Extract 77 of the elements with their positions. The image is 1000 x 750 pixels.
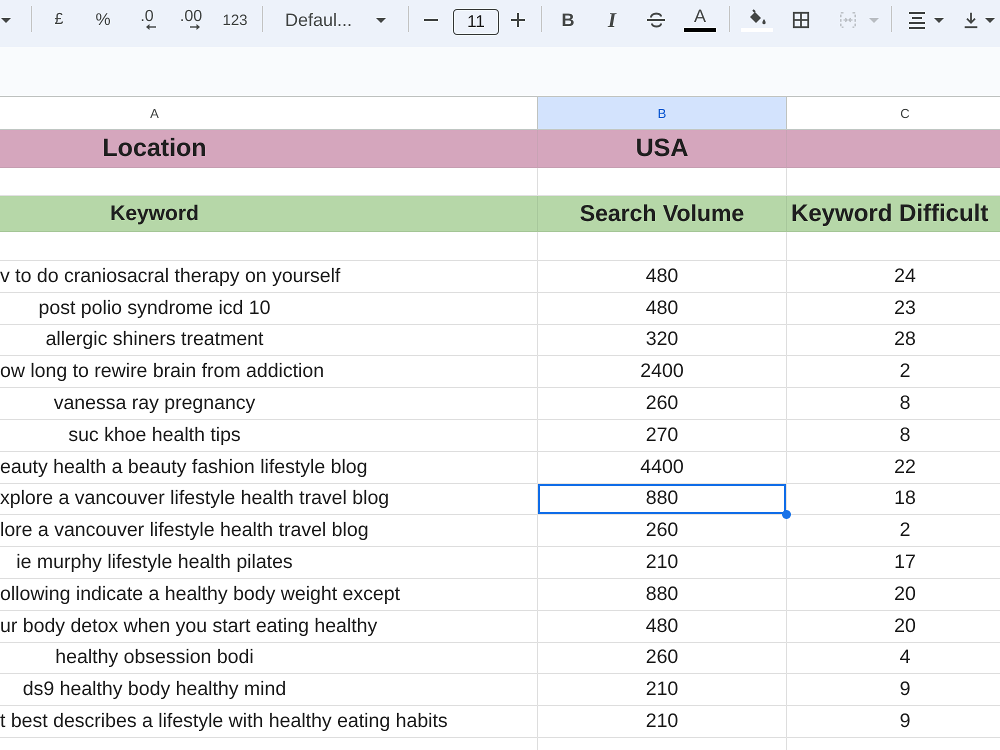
table-cell: 9	[787, 706, 1000, 738]
caret-icon	[985, 18, 995, 22]
table-cell: 4	[787, 642, 1000, 674]
table-cell: 28	[787, 324, 1000, 356]
column-header[interactable]: A	[0, 97, 538, 130]
table-cell: 2	[787, 515, 1000, 548]
table-cell: 17	[787, 547, 1000, 579]
right-arrow-icon	[190, 24, 200, 30]
table-cell: 270	[538, 420, 787, 452]
table-cell: eauty health a beauty fashion lifestyle blog	[0, 452, 538, 484]
caret-icon	[376, 18, 386, 22]
table-cell: v to do craniosacral therapy on yourself	[0, 261, 538, 293]
currency-button[interactable]: £	[41, 4, 77, 36]
fill-handle-icon[interactable]	[782, 510, 791, 520]
table-cell: healthy obsession bodi	[0, 642, 538, 674]
header-cell: Search Volume	[538, 196, 787, 232]
table-cell: t best describes a lifestyle with healthy eating habits	[0, 706, 538, 738]
table-cell: 20	[787, 578, 1000, 611]
table-cell: 8	[787, 388, 1000, 420]
strikethrough-icon	[646, 11, 666, 29]
table-cell: Location	[0, 130, 538, 168]
decrease-decimal-button[interactable]: .0	[129, 4, 165, 36]
table-cell: 18	[787, 484, 1000, 516]
table-cell: suc khoe health tips	[0, 420, 538, 452]
plus-icon	[511, 13, 525, 27]
table-cell: 260	[538, 515, 787, 548]
table-cell: 880	[538, 578, 787, 611]
table-cell: xplore a vancouver lifestyle health travel blog	[0, 484, 538, 516]
table-cell: 24	[787, 261, 1000, 293]
font-size-field[interactable]: 11	[453, 9, 499, 35]
table-cell: 20	[787, 610, 1000, 643]
table-cell: 320	[538, 324, 787, 356]
table-cell: 9	[787, 674, 1000, 706]
caret-icon	[934, 18, 944, 22]
caret-icon	[869, 18, 879, 22]
percent-button[interactable]: %	[85, 4, 121, 36]
table-cell: post polio syndrome icd 10	[0, 292, 538, 325]
text-align-icon	[907, 11, 927, 29]
merge-cells-icon	[838, 11, 858, 29]
increase-decimal-button[interactable]: .00	[173, 4, 209, 36]
table-cell: ie murphy lifestyle health pilates	[0, 547, 538, 579]
table-cell: 260	[538, 642, 787, 674]
table-cell: 880	[538, 484, 787, 516]
grid-icon	[791, 11, 811, 29]
table-cell: lore a vancouver lifestyle health travel blog	[0, 515, 538, 548]
italic-button[interactable]: I	[594, 4, 630, 36]
table-cell: allergic shiners treatment	[0, 324, 538, 356]
table-cell: 480	[538, 292, 787, 325]
header-cell: Keyword Difficult	[787, 196, 1000, 232]
table-cell: 23	[787, 292, 1000, 325]
font-dropdown[interactable]: Defaul...	[274, 4, 396, 36]
table-cell: 22	[787, 452, 1000, 484]
table-cell: 260	[538, 388, 787, 420]
bold-button[interactable]: B	[550, 4, 586, 36]
column-header[interactable]: B	[538, 97, 787, 130]
table-cell: 210	[538, 547, 787, 579]
table-cell: ur body detox when you start eating healthy	[0, 610, 538, 643]
table-cell: 2400	[538, 356, 787, 388]
table-cell: 2	[787, 356, 1000, 388]
table-cell: 210	[538, 674, 787, 706]
left-arrow-icon	[146, 24, 156, 30]
caret-icon	[1, 18, 11, 22]
table-cell: 480	[538, 261, 787, 293]
table-cell: ow long to rewire brain from addiction	[0, 356, 538, 388]
table-cell: 210	[538, 706, 787, 738]
color-bar-icon	[684, 28, 716, 32]
table-cell: vanessa ray pregnancy	[0, 388, 538, 420]
table-cell: USA	[538, 130, 787, 168]
table-cell: 480	[538, 610, 787, 643]
table-cell: ds9 healthy body healthy mind	[0, 674, 538, 706]
table-cell: ollowing indicate a healthy body weight except	[0, 578, 538, 611]
minus-icon	[424, 19, 438, 21]
table-cell: 4400	[538, 452, 787, 484]
header-cell: Keyword	[0, 196, 538, 232]
table-cell: 8	[787, 420, 1000, 452]
text-color-button[interactable]: A	[682, 4, 718, 36]
number-format-button[interactable]: 123	[217, 4, 253, 36]
